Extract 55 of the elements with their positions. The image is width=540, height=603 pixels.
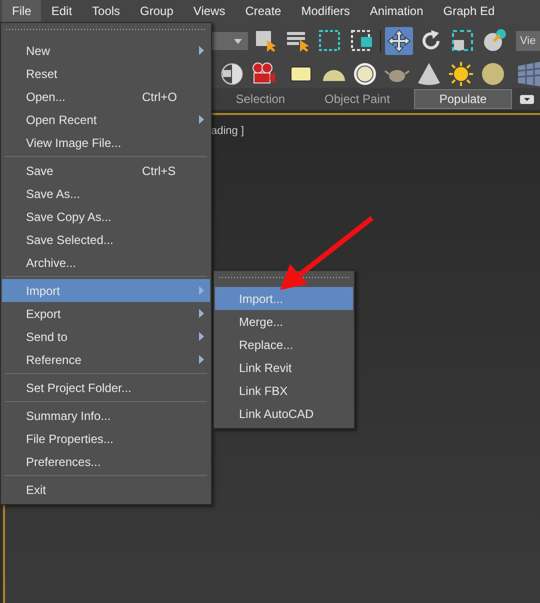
- view-dropdown[interactable]: Vie: [516, 31, 540, 51]
- menu-bar-item[interactable]: Edit: [41, 0, 82, 22]
- menu-bar-item[interactable]: Views: [183, 0, 236, 22]
- dashed-square-fill-icon: [349, 28, 375, 54]
- caret-icon: [234, 38, 242, 44]
- menu-item[interactable]: Save Ctrl+S: [2, 159, 210, 182]
- menu-item[interactable]: Link Revit: [215, 356, 353, 379]
- menu-item[interactable]: Save Selected...: [2, 228, 210, 251]
- menu-item[interactable]: Send to: [2, 325, 210, 348]
- shortcut-label: Ctrl+O: [142, 90, 178, 104]
- menu-bar-item[interactable]: Graph Ed: [433, 0, 505, 22]
- menu-item[interactable]: Open Recent: [2, 108, 210, 131]
- menu-item[interactable]: Open... Ctrl+O: [2, 85, 210, 108]
- menu-item[interactable]: Link FBX: [215, 379, 353, 402]
- dashed-square-icon: [317, 28, 343, 54]
- viewport-label: ading ]: [211, 125, 244, 137]
- menu-bar-item[interactable]: Tools: [82, 0, 130, 22]
- menu-item[interactable]: Merge...: [215, 310, 353, 333]
- ribbon-tab[interactable]: Selection: [212, 90, 309, 108]
- sphere-icon: [480, 61, 506, 87]
- toolbar-button[interactable]: [385, 27, 413, 55]
- shortcut-label: Ctrl+S: [142, 164, 177, 178]
- menu-bar-item[interactable]: Create: [235, 0, 292, 22]
- menu-item[interactable]: Set Project Folder...: [2, 376, 210, 399]
- dropdown[interactable]: [212, 32, 248, 50]
- menu-bar-item[interactable]: Group: [130, 0, 184, 22]
- menu-item[interactable]: Reference: [2, 348, 210, 371]
- toolbar-button[interactable]: [352, 60, 378, 88]
- menu-item[interactable]: Link AutoCAD: [215, 402, 353, 425]
- menu-bar-item[interactable]: Animation: [360, 0, 434, 22]
- toolbar-button[interactable]: [480, 60, 506, 88]
- menu-item[interactable]: Archive...: [2, 251, 210, 274]
- scale-icon: [450, 28, 476, 54]
- menu-item[interactable]: Save Copy As...: [2, 205, 210, 228]
- toolbar-button[interactable]: [448, 60, 474, 88]
- glowing-sphere-icon: [352, 61, 378, 87]
- dropdown-icon[interactable]: [520, 94, 534, 104]
- grid-icon: [518, 61, 540, 87]
- menu-bar-item[interactable]: Modifiers: [291, 0, 360, 22]
- menu-item[interactable]: Export: [2, 302, 210, 325]
- menu-item[interactable]: Exit: [2, 478, 210, 501]
- menu-item[interactable]: View Image File...: [2, 131, 210, 154]
- move-icon: [386, 28, 412, 54]
- menu-item[interactable]: Summary Info...: [2, 404, 210, 427]
- menu-item[interactable]: Preferences...: [2, 450, 210, 473]
- menu-item[interactable]: New: [2, 39, 210, 62]
- menu-item[interactable]: Replace...: [215, 333, 353, 356]
- menu-item[interactable]: Save As...: [2, 182, 210, 205]
- ribbon-tab[interactable]: Populate: [414, 89, 512, 109]
- ribbon-tab[interactable]: Object Paint: [308, 90, 406, 108]
- sun-icon: [448, 61, 474, 87]
- menu-item[interactable]: File Properties...: [2, 427, 210, 450]
- circle-pointer-icon: [482, 28, 508, 54]
- menu-bar-item[interactable]: File: [2, 0, 42, 22]
- cone-icon: [416, 61, 442, 87]
